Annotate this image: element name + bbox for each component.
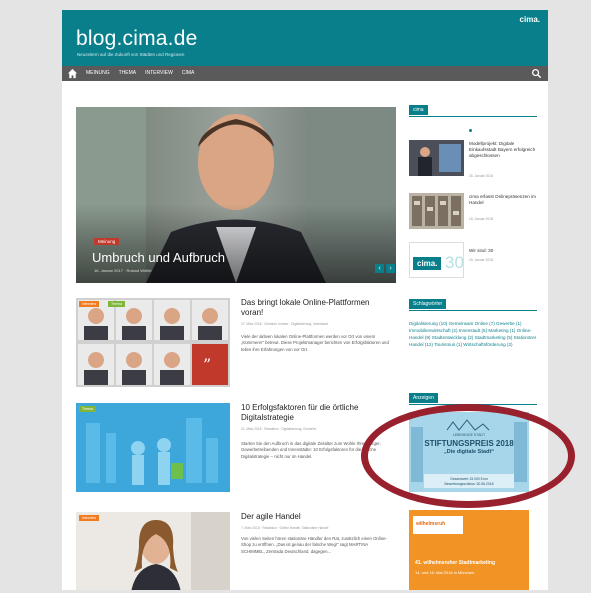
side-post-2-photo [409, 193, 464, 229]
side-post-1[interactable]: Modellprojekt: Digitale Einkaufsstadt Ba… [409, 140, 537, 178]
side-post-2[interactable]: cima erfasst Onlinepräsenzen im Handel 1… [409, 193, 537, 231]
side-post-3-logo-num: 30 [445, 253, 464, 272]
widget-title-label[interactable]: Schlagwörter [409, 299, 447, 309]
post-1-portraits: ” [76, 298, 230, 387]
side-post-2-title[interactable]: cima erfasst Onlinepräsenzen im Handel [469, 194, 537, 206]
sidebar-widget-tags-title: Schlagwörter [409, 299, 537, 311]
site-tagline: Neuzeitern auf die Zukunft von Städten u… [77, 52, 185, 57]
post-1-image[interactable]: ” Interview Thema [76, 298, 230, 387]
hero-category-badge[interactable]: Meinung [94, 238, 120, 245]
side-post-3[interactable]: cima. 30 Wir sind: 30 15. Januar 2018 [409, 242, 537, 280]
post-3: Interview Der agile Handel 7. März 2018 … [76, 512, 396, 590]
side-post-3-date: 15. Januar 2018 [469, 258, 493, 262]
side-post-3-logo-text: cima. [413, 257, 442, 270]
nav-item-thema[interactable]: THEMA [119, 70, 137, 76]
nav-items: MEINUNG THEMA INTERVIEW CIMA [86, 70, 194, 76]
svg-text:”: ” [203, 355, 211, 374]
post-2-illustration [76, 403, 230, 492]
side-post-1-date: 26. Januar 2018 [469, 174, 493, 178]
home-icon[interactable] [67, 68, 78, 79]
cima-logo[interactable]: cima. [520, 15, 540, 24]
hero-meta: 16. Januar 2017 · Roland Wölfel [94, 268, 152, 273]
post-3-title[interactable]: Der agile Handel [241, 512, 391, 522]
ad-wilhelmsruh-logo-box: wilhelmsruh [413, 516, 463, 534]
post-2-tag-thema[interactable]: Thema [79, 406, 96, 412]
post-1: ” Interview Thema Das bringt lokale Onli… [76, 298, 396, 390]
post-2: Thema 10 Erfolgsfaktoren für die örtlich… [76, 403, 396, 495]
highlight-ring-annotation [361, 404, 575, 508]
widget-title-label[interactable]: Anzeigen [409, 393, 438, 403]
ad-wilhelmsruh-headline: 41. wilhelmsruher Stadtmarketing [415, 560, 496, 566]
sidebar-widget-cima-title: cima [409, 105, 537, 117]
side-post-2-date: 18. Januar 2018 [469, 217, 493, 221]
post-3-image[interactable]: Interview [76, 512, 230, 590]
post-2-meta: 21. März 2018 · Redaktion · Digitalisier… [241, 427, 317, 431]
post-3-portrait [76, 512, 230, 590]
site-title[interactable]: blog.cima.de [76, 27, 197, 51]
hero-next-button[interactable]: › [386, 264, 395, 273]
search-icon[interactable] [531, 68, 542, 79]
widget-title-label[interactable]: cima [409, 105, 428, 115]
ad-wilhelmsruh-date: 14. und 15. Mai 2018 in München [415, 570, 475, 575]
tag-cloud[interactable]: Digitalisierung (10) Gemeinsam Online (7… [409, 320, 537, 348]
nav-item-meinung[interactable]: MEINUNG [86, 70, 110, 76]
side-post-2-image[interactable] [409, 193, 464, 229]
post-1-title[interactable]: Das bringt lokale Online-Plattformen vor… [241, 298, 391, 318]
hero-arrows: ‹ › [375, 264, 395, 273]
post-1-excerpt: Viele der aktiven lokalen Online-Plattfo… [241, 334, 389, 352]
hero-title[interactable]: Umbruch und Aufbruch [92, 250, 225, 265]
post-3-meta: 7. März 2018 · Redaktion · Online-Handel… [241, 526, 329, 530]
post-1-tag-thema[interactable]: Thema [108, 301, 125, 307]
side-post-1-image[interactable] [409, 140, 464, 176]
site-header: blog.cima.de Neuzeitern auf die Zukunft … [62, 10, 548, 66]
post-2-image[interactable]: Thema [76, 403, 230, 492]
post-3-tag-interview[interactable]: Interview [79, 515, 100, 521]
ad-wilhelmsruh-logo: wilhelmsruh [416, 521, 446, 527]
hero-prev-button[interactable]: ‹ [375, 264, 384, 273]
nav-item-interview[interactable]: INTERVIEW [145, 70, 173, 76]
side-post-3-title[interactable]: Wir sind: 30 [469, 248, 537, 254]
post-1-meta: 27. März 2018 · Christian Lindner · Digi… [241, 322, 328, 326]
post-3-excerpt: Von vielen Seiten hören stationäre Händl… [241, 536, 387, 554]
main-nav: MEINUNG THEMA INTERVIEW CIMA [62, 66, 548, 81]
post-1-tag-interview[interactable]: Interview [79, 301, 100, 307]
nav-item-cima[interactable]: CIMA [182, 70, 195, 76]
post-2-title[interactable]: 10 Erfolgsfaktoren für die örtliche Digi… [241, 403, 391, 423]
side-post-1-title[interactable]: Modellprojekt: Digitale Einkaufsstadt Ba… [469, 141, 537, 159]
side-post-1-photo [409, 140, 464, 176]
carousel-dot[interactable] [469, 129, 472, 132]
side-post-3-image[interactable]: cima. 30 [409, 242, 464, 278]
ad-wilhelmsruh[interactable]: wilhelmsruh 41. wilhelmsruher Stadtmarke… [409, 510, 529, 590]
